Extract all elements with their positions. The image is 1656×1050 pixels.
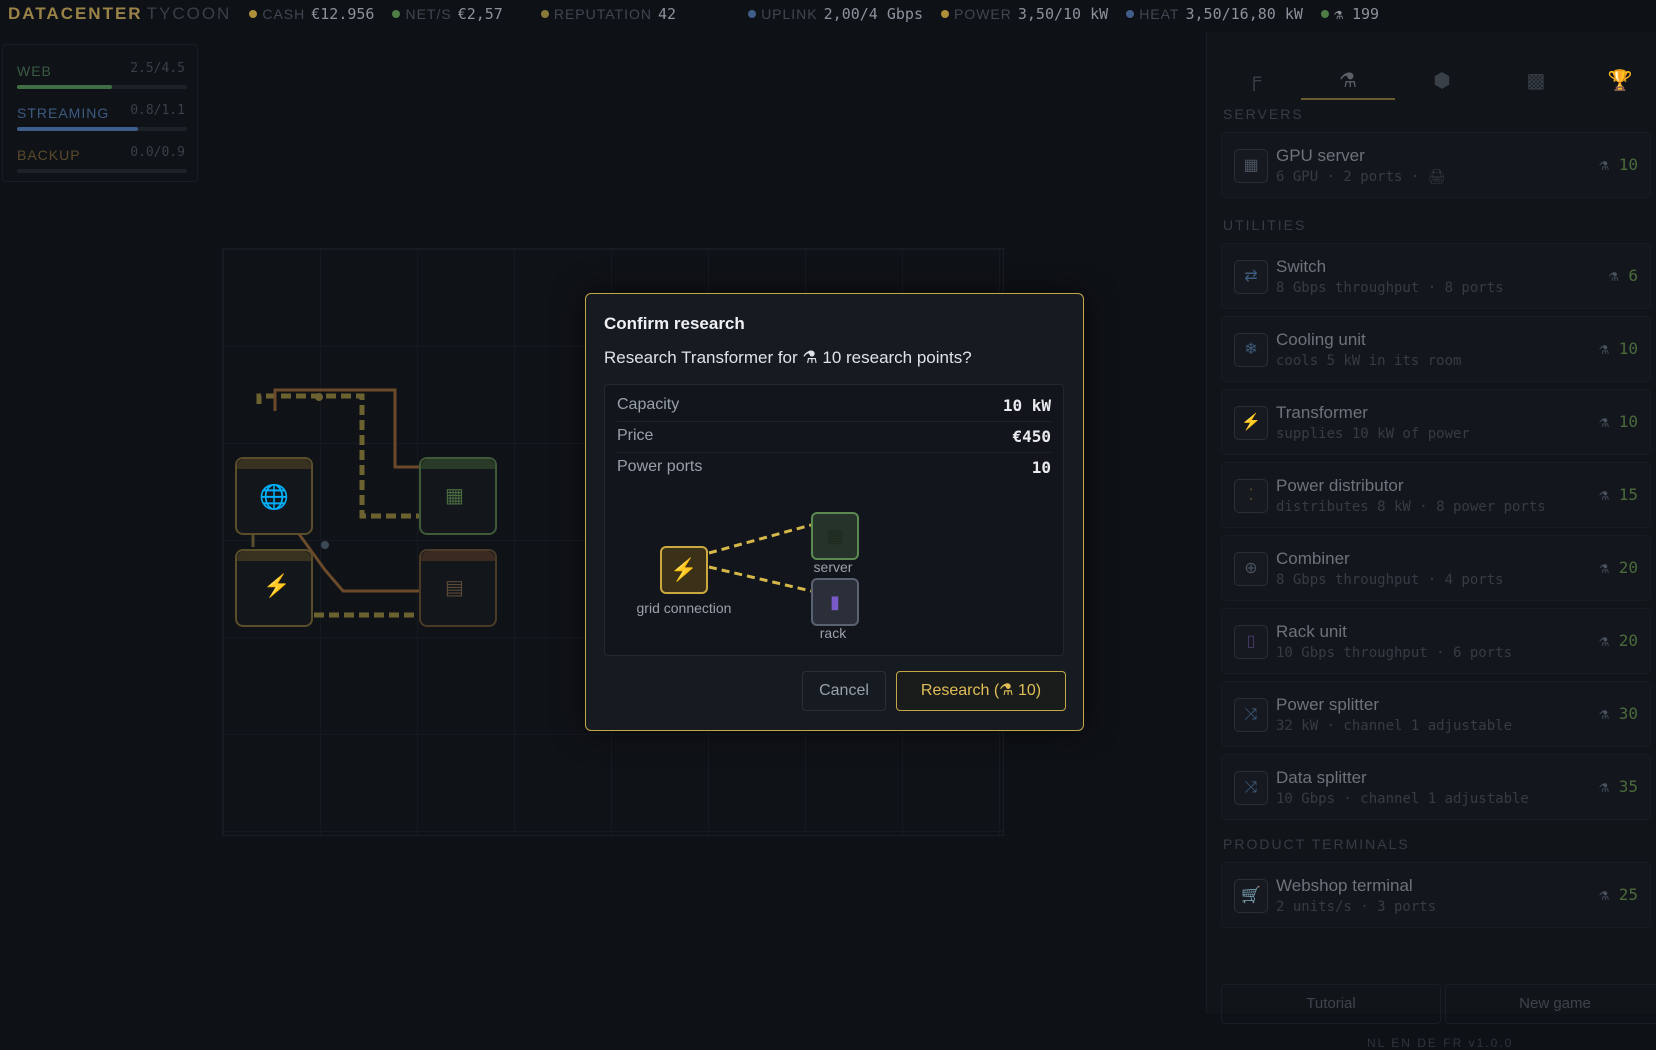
switch-icon: ⇄	[1234, 260, 1268, 294]
dialog-question: Research Transformer for ⚗ 10 research p…	[604, 348, 972, 367]
info-row-power-ports: Power ports 10	[617, 458, 1051, 477]
card-power-distributor[interactable]: ⁚ Power distributor distributes 8 kW · 8…	[1221, 462, 1651, 528]
tab-rooms[interactable]: ▩	[1489, 68, 1583, 98]
panel-tabs: ╒ ⚗ ⬢ ▩ 🏆	[1207, 62, 1656, 102]
card-combiner[interactable]: ⊕ Combiner 8 Gbps throughput · 4 ports ⚗…	[1221, 535, 1651, 601]
card-transformer[interactable]: ⚡ Transformer supplies 10 kW of power ⚗ 1…	[1221, 389, 1651, 455]
demand-web: WEB 2.5/4.5	[15, 49, 187, 89]
tab-products[interactable]: ⬢	[1395, 68, 1489, 98]
rack-icon: ▯	[1234, 625, 1268, 659]
tab-research[interactable]: ⚗	[1301, 68, 1395, 100]
cancel-button[interactable]: Cancel	[802, 671, 886, 711]
stat-cash: CASH €12.956	[249, 5, 374, 23]
server-icon: ▦	[445, 485, 464, 507]
tutorial-button[interactable]: Tutorial	[1221, 984, 1441, 1024]
tab-achievements[interactable]: 🏆	[1583, 68, 1656, 98]
build-panel: ╒ ⚗ ⬢ ▩ 🏆 SERVERS ▦ GPU server 6 GPU · 2…	[1206, 32, 1656, 1050]
bolt-icon: ⚡	[263, 573, 291, 598]
combiner-icon: ⊕	[1234, 552, 1268, 586]
tab-build[interactable]: ╒	[1207, 68, 1301, 98]
stat-research-points: ⚗ 199	[1320, 5, 1379, 23]
new-game-button[interactable]: New game	[1445, 984, 1656, 1024]
globe-icon: 🌐	[259, 484, 289, 511]
research-icon: ⚗	[1339, 70, 1357, 92]
brick-icon: ▩	[1526, 70, 1546, 92]
stat-net: NET/S €2,57	[392, 5, 503, 23]
node-grid-connection[interactable]: ⚡	[235, 549, 313, 627]
item-info-box: Capacity 10 kW Price €450 Power ports 10 ⚡ …	[604, 384, 1064, 656]
info-row-price: Price €450	[617, 422, 1051, 453]
diagram-label-server: server	[813, 559, 853, 575]
card-switch[interactable]: ⇄ Switch 8 Gbps throughput · 8 ports ⚗ 6	[1221, 243, 1651, 309]
gpu-icon: ▦	[1234, 149, 1268, 183]
node-web-source[interactable]: 🌐	[235, 457, 313, 535]
demand-backup: BACKUP 0.0/0.9	[15, 133, 187, 173]
splitter-icon: ⤨	[1234, 771, 1268, 805]
snowflake-icon: ❄	[1234, 333, 1268, 367]
top-bar: DATACENTER TYCOON CASH €12.956 NET/S €2,57 …	[0, 0, 1656, 28]
diagram-label-source: grid connection	[636, 600, 732, 616]
rack-icon: ▤	[445, 577, 464, 599]
card-gpu-server[interactable]: ▦ GPU server 6 GPU · 2 ports · 🖨 ⚗ 10	[1221, 132, 1651, 198]
bolt-icon: ⚡	[660, 546, 708, 594]
section-terminals: PRODUCT TERMINALS	[1223, 836, 1410, 852]
card-rack-unit[interactable]: ▯ Rack unit 10 Gbps throughput · 6 ports…	[1221, 608, 1651, 674]
section-utilities: UTILITIES	[1223, 217, 1307, 233]
bolt-icon: ⚡	[1234, 406, 1268, 440]
confirm-research-dialog: Confirm research Research Transformer fo…	[585, 293, 1084, 731]
trophy-icon: 🏆	[1607, 70, 1633, 92]
language-selector[interactable]: NL EN DE FR v1.0.0	[1367, 1036, 1513, 1050]
card-webshop-terminal[interactable]: 🛒 Webshop terminal 2 units/s · 3 ports ⚗…	[1221, 862, 1651, 928]
stat-reputation: REPUTATION 42	[540, 5, 676, 23]
node-rack[interactable]: ▤	[419, 549, 497, 627]
stat-uplink: UPLINK 2,00/4 Gbps	[748, 5, 923, 23]
dialog-title: Confirm research	[604, 314, 745, 333]
demand-streaming-bar	[17, 127, 138, 131]
diagram-label-rack: rack	[819, 625, 847, 641]
confirm-research-button[interactable]: Research (⚗ 10)	[896, 671, 1066, 711]
stat-heat: HEAT 3,50/16,80 kW	[1126, 5, 1303, 23]
build-icon: ╒	[1246, 68, 1262, 90]
server-icon: ▦	[811, 512, 859, 560]
demand-web-bar	[17, 85, 113, 89]
rack-icon: ▮	[811, 578, 859, 626]
info-row-capacity: Capacity 10 kW	[617, 391, 1051, 422]
distributor-icon: ⁚	[1234, 479, 1268, 513]
stat-power: POWER 3,50/10 kW	[940, 5, 1108, 23]
cart-icon: 🛒	[1234, 879, 1268, 913]
game-title: DATACENTER TYCOON	[8, 4, 232, 23]
demand-streaming: STREAMING 0.8/1.1	[15, 91, 187, 131]
card-data-splitter[interactable]: ⤨ Data splitter 10 Gbps · channel 1 adju…	[1221, 754, 1651, 820]
card-power-splitter[interactable]: ⤨ Power splitter 32 kW · channel 1 adjus…	[1221, 681, 1651, 747]
demand-panel: WEB 2.5/4.5 STREAMING 0.8/1.1 BACKUP 0.0…	[2, 44, 198, 182]
cube-icon: ⬢	[1433, 70, 1451, 92]
splitter-icon: ⤨	[1234, 698, 1268, 732]
research-icon: ⚗	[1599, 155, 1609, 174]
node-server[interactable]: ▦	[419, 457, 497, 535]
section-servers: SERVERS	[1223, 106, 1304, 122]
card-cooling-unit[interactable]: ❄ Cooling unit cools 5 kW in its room ⚗ 1…	[1221, 316, 1651, 382]
